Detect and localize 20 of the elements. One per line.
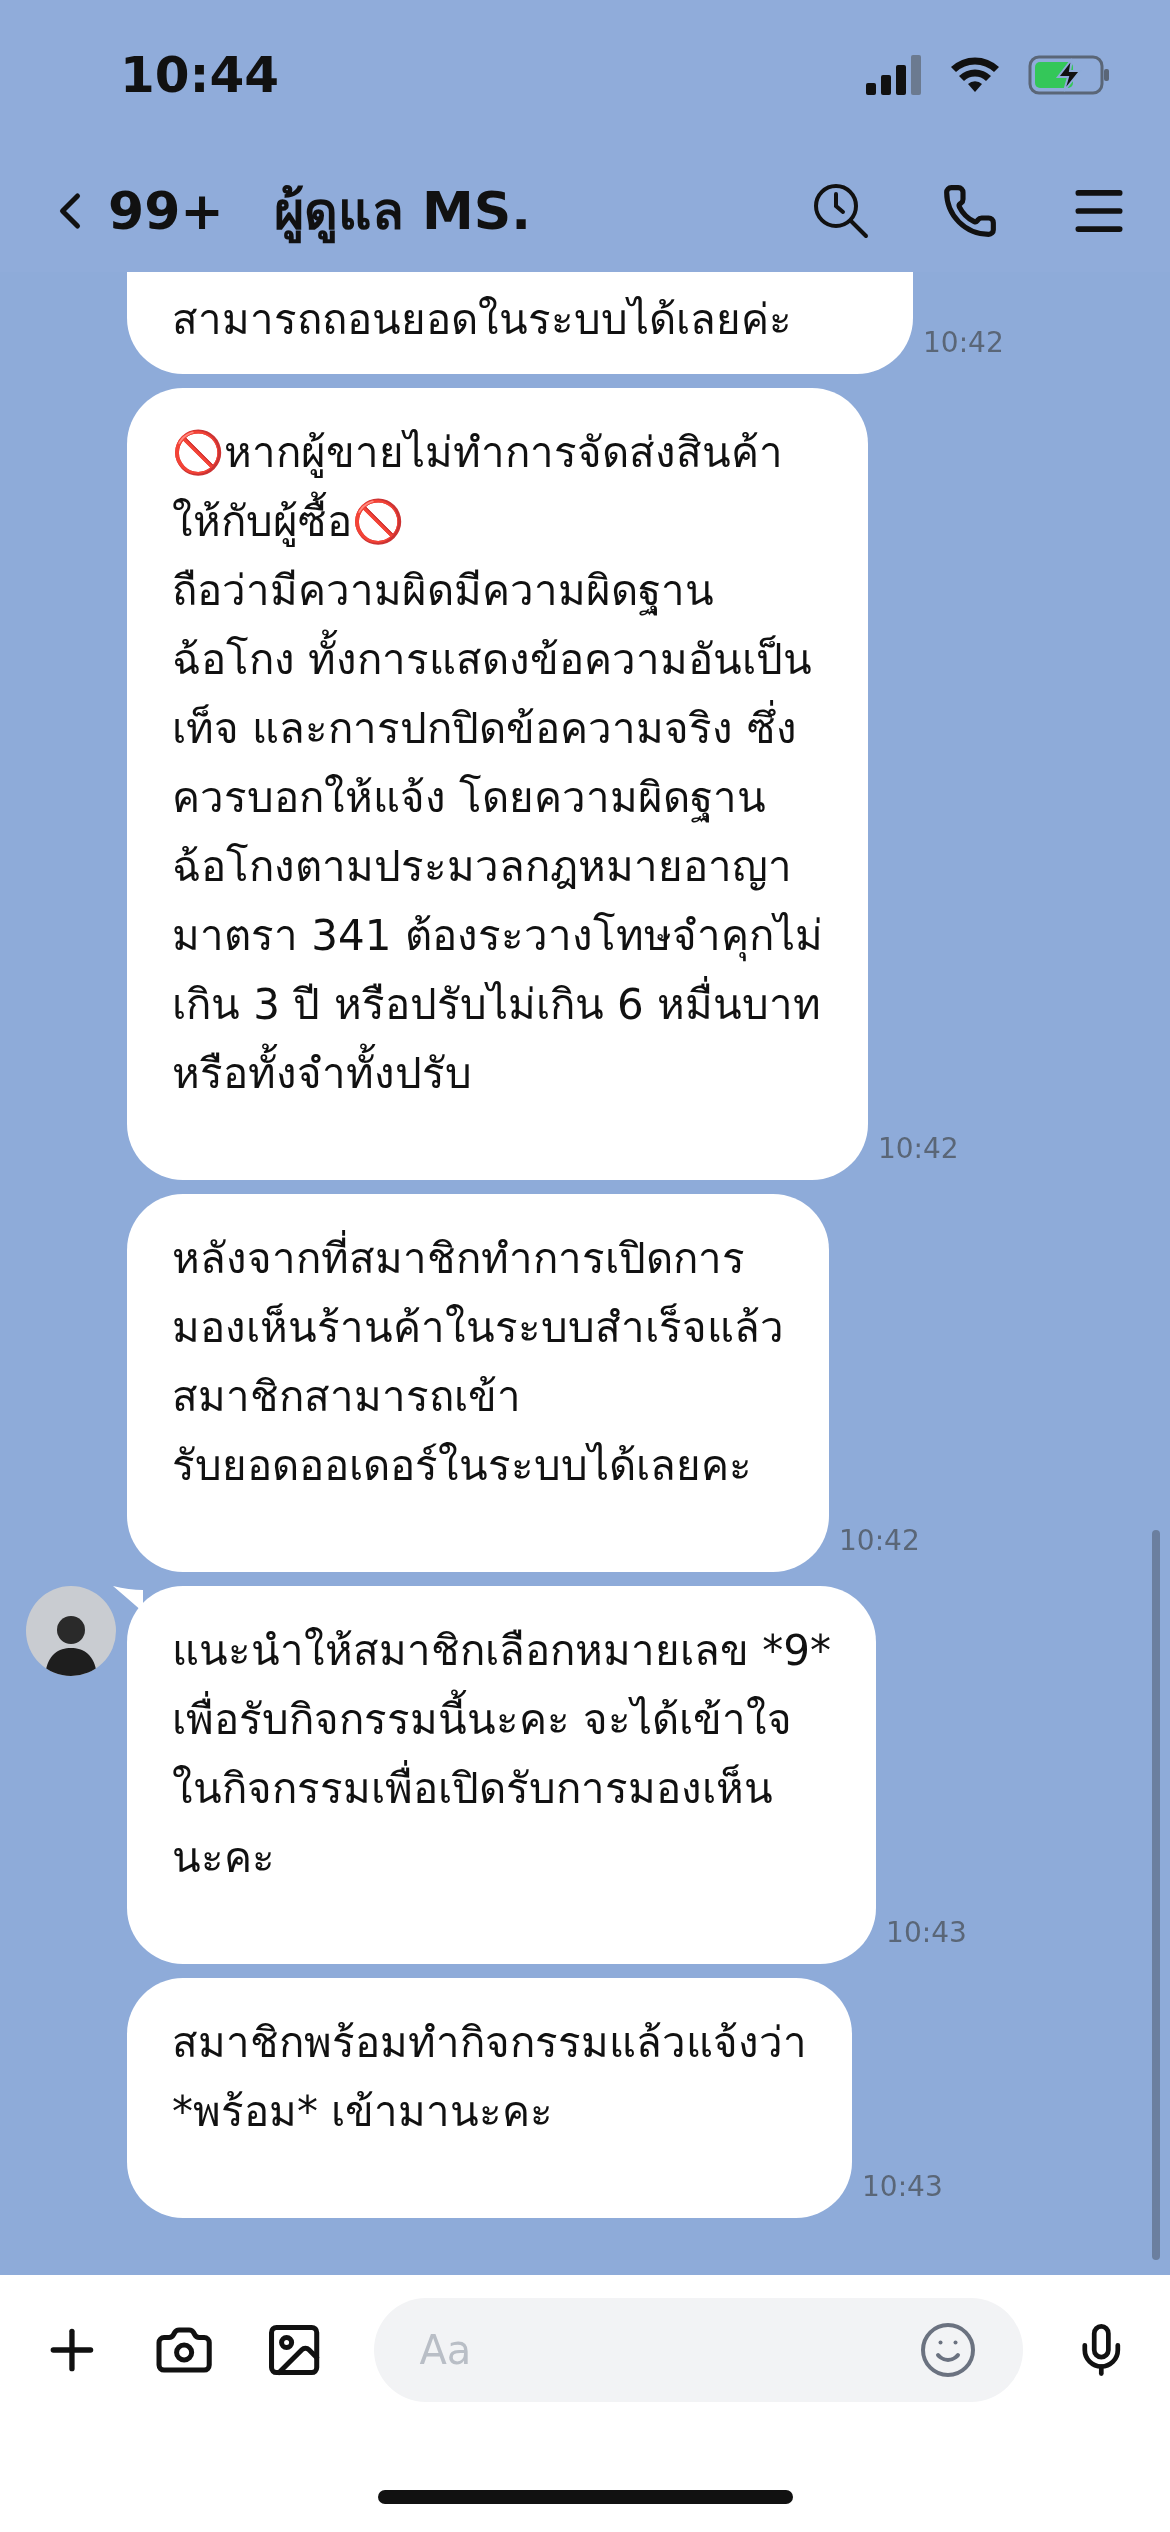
call-icon[interactable]: [942, 183, 998, 239]
signal-icon: [866, 55, 922, 95]
back-button[interactable]: 99+: [40, 172, 224, 250]
message-field[interactable]: Aa: [374, 2298, 1024, 2402]
scrollbar[interactable]: [1152, 1530, 1160, 2260]
message-input[interactable]: Aa: [419, 2320, 919, 2380]
chat-title: ผู้ดูแล MS.: [273, 172, 531, 250]
message-text: หลังจากที่สมาชิกทำการเปิดการ มองเห็นร้านค้าในระบบสำเร็จแล้ว สมาชิกสามารถเข้า รับยอดออเดอร์ในระบบได้เลยคะ: [172, 1224, 784, 1500]
message-time: 10:43: [886, 1915, 967, 1951]
status-time: 10:44: [120, 44, 280, 106]
message-time: 10:42: [839, 1523, 920, 1559]
message-time: 10:42: [877, 1131, 959, 1167]
message-time: 10:43: [862, 2169, 943, 2205]
message-text: 🚫หากผู้ขายไม่ทำการจัดส่งสินค้า ให้กับผู้ซื้อ🚫 ถือว่ามีความผิดมีความผิดฐาน ฉ้อโกง ทั้งการแสดงข้อความอันเป็น เท็จ และการปกปิดข้อความจริง ซึ่ง ควรบอกให้แจ้ง โดยความผิดฐาน ฉ้อโกงตามประมวลกฎหมายอาญา มาตรา 341 ต้องระวางโทษจำคุกไม่ เกิน 3 ปี หรือปรับไม่เกิน 6 หมื่นบาท หรือทั้งจำทั้งปรับ: [172, 427, 823, 1100]
message-time: 10:42: [923, 325, 1004, 361]
message-text: สมาชิกพร้อมทำกิจกรรมแล้วแจ้งว่า *พร้อม* เข้ามานะคะ: [172, 2017, 807, 2138]
wifi-icon: [950, 56, 1000, 94]
message-text: แนะนำให้สมาชิกเลือกหมายเลข *9* เพื่อรับกิจกรรมนี้นะคะ จะได้เข้าใจ ในกิจกรรมเพื่อเปิดรับการมองเห็น นะคะ: [172, 1625, 832, 1884]
battery-icon: [1028, 55, 1110, 95]
message-text: สามารถถอนยอดในระบบได้เลยค่ะ: [172, 294, 793, 346]
